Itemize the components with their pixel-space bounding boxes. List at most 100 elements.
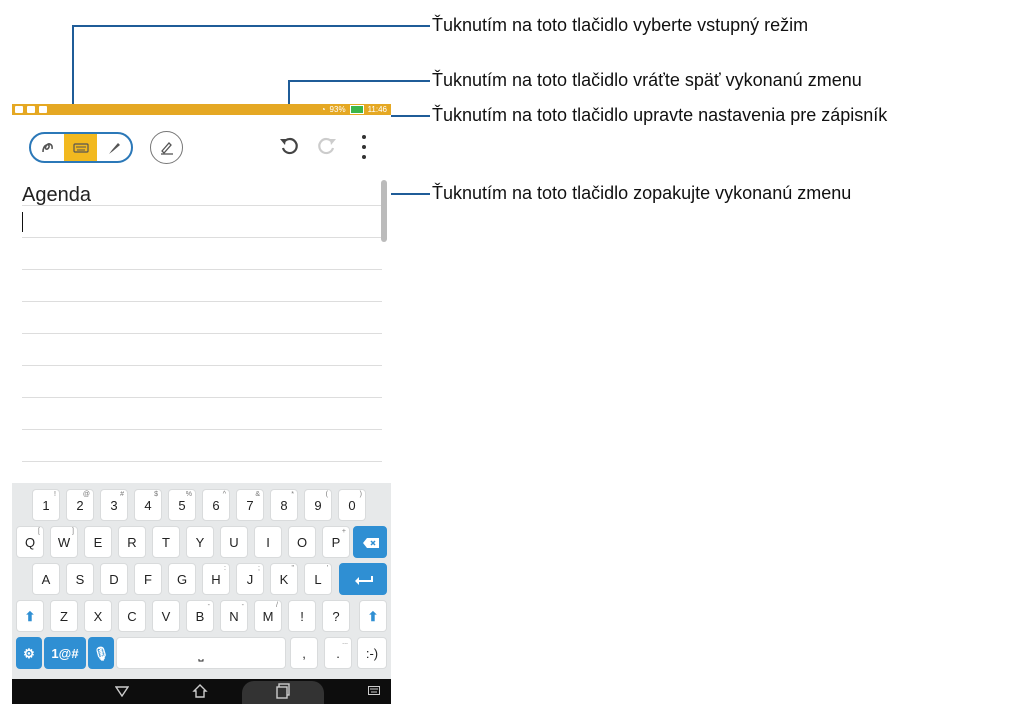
shift-key-right[interactable]: ⬆ bbox=[359, 600, 387, 632]
key-2[interactable]: 2 @ bbox=[66, 489, 94, 521]
key-label: Q bbox=[24, 535, 36, 550]
key-0[interactable]: 0) bbox=[338, 489, 366, 521]
ruled-line bbox=[22, 269, 382, 270]
key-label: X bbox=[93, 609, 103, 624]
key-label: 6 bbox=[212, 498, 220, 513]
key-e[interactable]: E bbox=[84, 526, 112, 558]
wifi-icon: ◔ bbox=[320, 105, 326, 114]
keyboard-settings-key[interactable]: ⚙ bbox=[16, 637, 42, 669]
symbols-key[interactable]: 1@# bbox=[44, 637, 86, 669]
enter-key[interactable] bbox=[339, 563, 387, 595]
key-label: W bbox=[57, 535, 71, 550]
battery-icon bbox=[349, 105, 364, 114]
note-canvas[interactable]: Agenda bbox=[12, 165, 391, 483]
key-w[interactable]: W] bbox=[50, 526, 78, 558]
key-i[interactable]: I bbox=[254, 526, 282, 558]
more-options-icon[interactable] bbox=[360, 135, 368, 159]
draw-mode-button[interactable] bbox=[97, 134, 130, 161]
key-label: 8 bbox=[280, 498, 288, 513]
key-3[interactable]: 3 # bbox=[100, 489, 128, 521]
key-a[interactable]: A bbox=[32, 563, 60, 595]
smiley-key[interactable]: :-) bbox=[357, 637, 387, 669]
callout-undo-text: Ťuknutím na toto tlačidlo vráťte späť vy… bbox=[432, 70, 862, 90]
home-icon[interactable] bbox=[192, 683, 208, 699]
ruled-line bbox=[22, 461, 382, 462]
comma-key-label: , bbox=[302, 646, 306, 661]
key-question[interactable]: ? bbox=[322, 600, 350, 632]
key-v[interactable]: V bbox=[152, 600, 180, 632]
key-f[interactable]: F bbox=[134, 563, 162, 595]
key-label: 1 bbox=[42, 498, 50, 513]
redo-icon[interactable] bbox=[316, 134, 338, 156]
key-label: A bbox=[41, 572, 51, 587]
key-label: M bbox=[262, 609, 274, 624]
ruled-line bbox=[22, 429, 382, 430]
keyboard-switch-icon[interactable] bbox=[368, 686, 380, 695]
key-hint: & bbox=[255, 491, 260, 498]
key-s[interactable]: S bbox=[66, 563, 94, 595]
scrollbar[interactable] bbox=[381, 180, 387, 242]
key-label: ? bbox=[332, 609, 340, 624]
comma-key[interactable]: , bbox=[290, 637, 318, 669]
key-l[interactable]: L ' bbox=[304, 563, 332, 595]
back-icon[interactable] bbox=[115, 685, 129, 697]
key-y[interactable]: Y bbox=[186, 526, 214, 558]
ruled-line bbox=[22, 397, 382, 398]
key-label: R bbox=[127, 535, 137, 550]
space-key[interactable]: ⎵ bbox=[116, 637, 286, 669]
callout-line bbox=[288, 80, 430, 82]
input-mode-selector[interactable] bbox=[29, 132, 133, 163]
key-exclamation[interactable]: ! bbox=[288, 600, 316, 632]
key-j[interactable]: J; bbox=[236, 563, 264, 595]
key-5[interactable]: 5% bbox=[168, 489, 196, 521]
recent-apps-icon[interactable] bbox=[276, 683, 290, 699]
callout-line bbox=[72, 25, 430, 27]
key-hint: * bbox=[291, 491, 294, 498]
backspace-key[interactable] bbox=[353, 526, 387, 558]
key-7[interactable]: 7 & bbox=[236, 489, 264, 521]
battery-percent: 93% bbox=[329, 105, 346, 114]
key-z[interactable]: Z bbox=[50, 600, 78, 632]
key-g[interactable]: G bbox=[168, 563, 196, 595]
key-hint: [ bbox=[38, 528, 40, 535]
key-h[interactable]: H: bbox=[202, 563, 230, 595]
key-hint: ' bbox=[326, 565, 328, 572]
on-screen-keyboard: 1! 2 @3 #4 $5% 6 ^ 7 & 8 * 9(0) Q[W] E R T Y U I O P + ASDFG… bbox=[12, 483, 391, 679]
key-t[interactable]: T bbox=[152, 526, 180, 558]
keyboard-row-numbers: 1! 2 @3 #4 $5% 6 ^ 7 & 8 * 9(0) bbox=[12, 489, 391, 521]
handwriting-mode-button[interactable] bbox=[31, 134, 64, 161]
calendar-icon bbox=[39, 106, 47, 113]
key-9[interactable]: 9( bbox=[304, 489, 332, 521]
key-u[interactable]: U bbox=[220, 526, 248, 558]
status-bar: ◔ 93% 11:46 bbox=[12, 104, 391, 115]
key-label: E bbox=[93, 535, 103, 550]
keyboard-mode-button[interactable] bbox=[64, 134, 97, 161]
key-hint: % bbox=[185, 491, 192, 498]
key-6[interactable]: 6 ^ bbox=[202, 489, 230, 521]
key-8[interactable]: 8 * bbox=[270, 489, 298, 521]
symbols-key-label: 1@# bbox=[51, 646, 79, 661]
pen-settings-button[interactable] bbox=[150, 131, 183, 164]
key-4[interactable]: 4 $ bbox=[134, 489, 162, 521]
key-p[interactable]: P + bbox=[322, 526, 350, 558]
key-k[interactable]: K " bbox=[270, 563, 298, 595]
key-x[interactable]: X bbox=[84, 600, 112, 632]
key-r[interactable]: R bbox=[118, 526, 146, 558]
key-m[interactable]: M / bbox=[254, 600, 282, 632]
period-key[interactable]: .... bbox=[324, 637, 352, 669]
ruled-line bbox=[22, 237, 382, 238]
key-n[interactable]: N- bbox=[220, 600, 248, 632]
key-1[interactable]: 1! bbox=[32, 489, 60, 521]
key-label: P bbox=[331, 535, 341, 550]
voice-input-key[interactable]: 🎙 bbox=[88, 637, 114, 669]
key-d[interactable]: D bbox=[100, 563, 128, 595]
shift-key-left[interactable]: ⬆ bbox=[16, 600, 44, 632]
note-title[interactable]: Agenda bbox=[22, 184, 91, 207]
key-b[interactable]: B- bbox=[186, 600, 214, 632]
keyboard-row-zxcv: ⬆ ⬆ Z X C V B - N - M /!? bbox=[12, 600, 391, 632]
undo-icon[interactable] bbox=[278, 134, 300, 156]
key-q[interactable]: Q[ bbox=[16, 526, 44, 558]
key-o[interactable]: O bbox=[288, 526, 316, 558]
ruled-line bbox=[22, 365, 382, 366]
key-c[interactable]: C bbox=[118, 600, 146, 632]
